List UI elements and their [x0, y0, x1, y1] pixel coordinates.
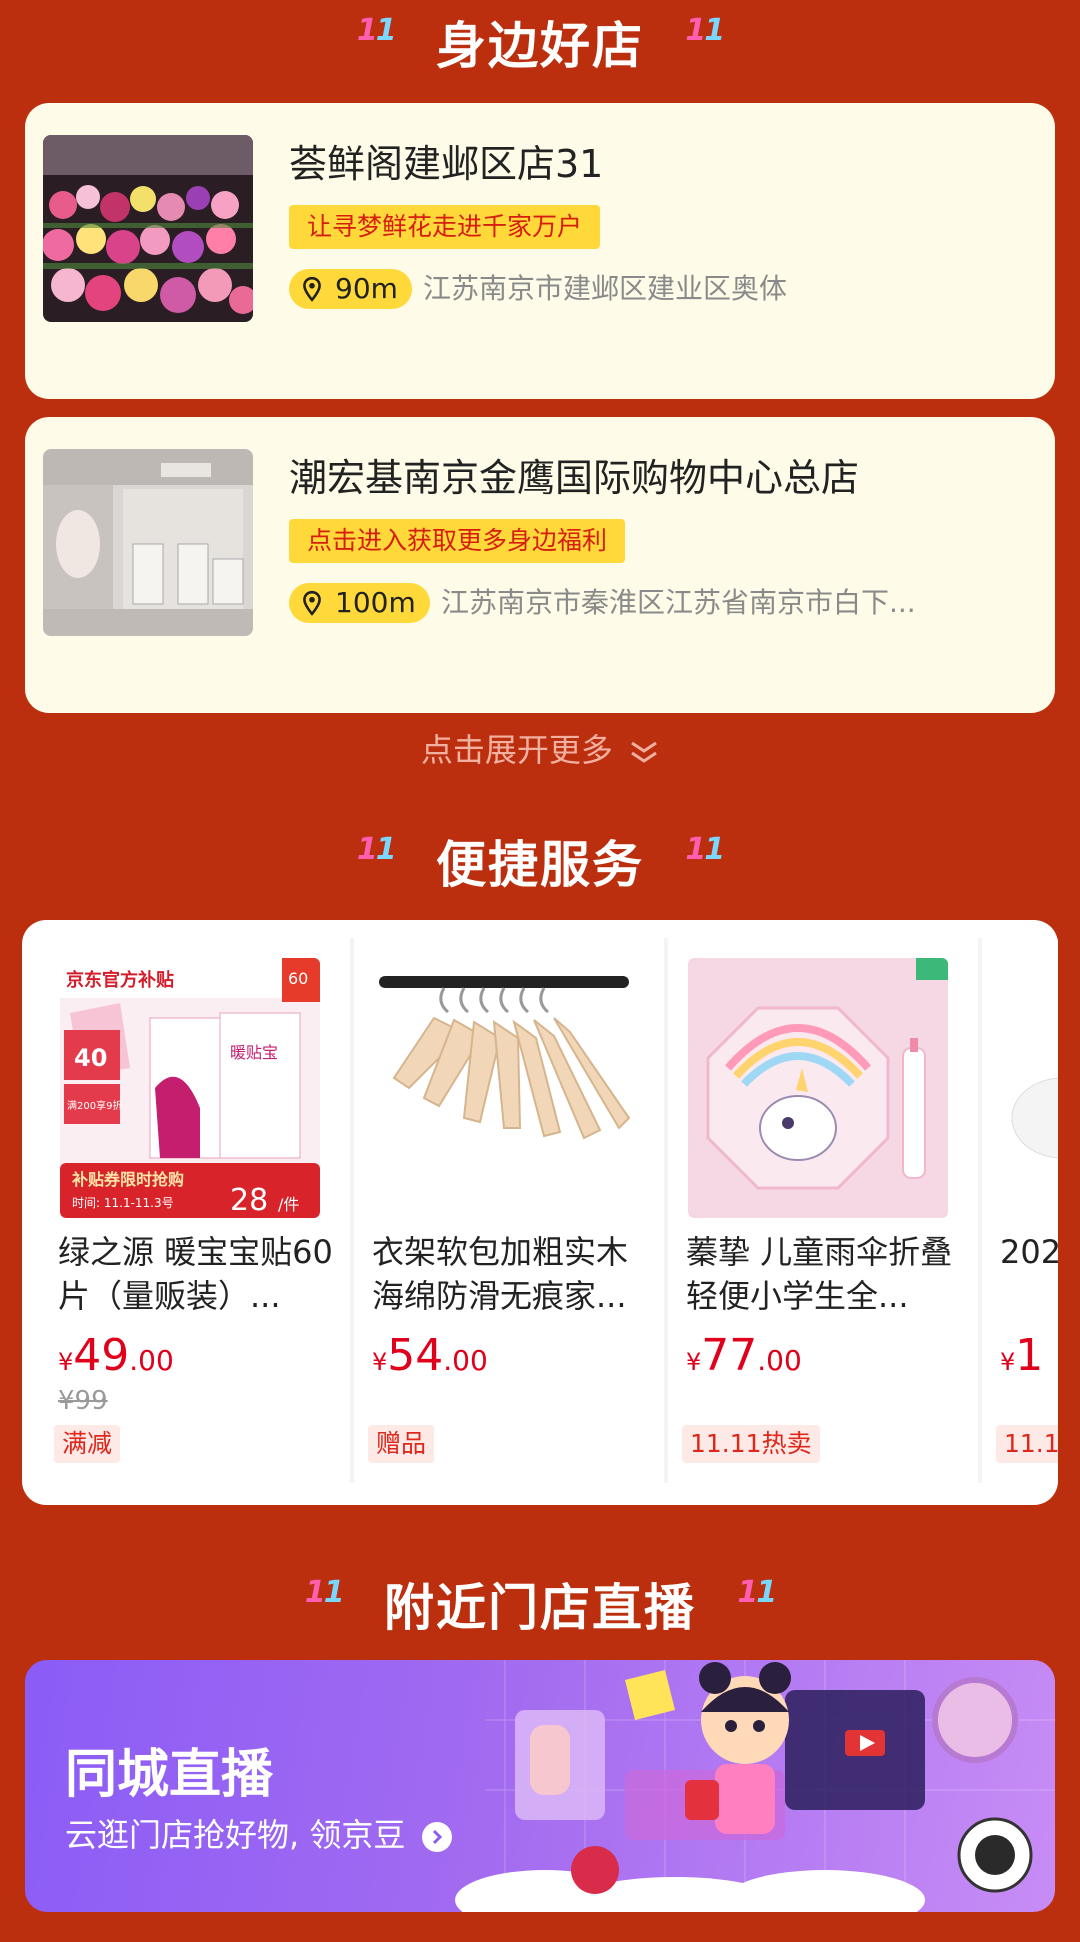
- price-integer: 54: [387, 1330, 444, 1381]
- location-pin-icon: [303, 590, 321, 616]
- product-promo-tag: 11.1: [996, 1425, 1058, 1463]
- image-text-unit: /件: [278, 1195, 299, 1214]
- store-address: 江苏南京市建邺区建业区奥体: [423, 272, 788, 305]
- location-pin-icon: [303, 276, 321, 302]
- price-decimal: .00: [757, 1344, 802, 1377]
- quick-services-panel: 京东官方补贴 60 暖贴宝 40 满200享9折 补贴券限时抢购 时间: 11.…: [22, 920, 1058, 1505]
- product-image-heat-patch: 京东官方补贴 60 暖贴宝 40 满200享9折 补贴券限时抢购 时间: 11.…: [60, 958, 320, 1218]
- store-name[interactable]: 潮宏基南京金鹰国际购物中心总店: [289, 447, 859, 502]
- double-eleven-badge: 11: [356, 831, 397, 867]
- double-chevron-down-icon: [631, 741, 657, 763]
- image-text-official-subsidy: 京东官方补贴: [66, 969, 174, 991]
- image-text-count: 60: [288, 969, 308, 988]
- store-distance-value: 90m: [335, 272, 398, 305]
- image-text-date: 时间: 11.1-11.3号: [72, 1196, 174, 1210]
- store-name[interactable]: 荟鲜阁建邺区店31: [289, 133, 603, 188]
- price-integer: 77: [701, 1330, 758, 1381]
- price-integer: 1: [1015, 1330, 1044, 1381]
- price-currency: ¥: [686, 1348, 702, 1376]
- store-address: 江苏南京市秦淮区江苏省南京市白下...: [441, 586, 916, 619]
- double-eleven-badge: 11: [685, 831, 725, 867]
- section-title-text: 便捷服务: [436, 836, 644, 894]
- store-promo-tag: 点击进入获取更多身边福利: [289, 519, 626, 563]
- image-text-price: 28: [230, 1183, 268, 1218]
- store-card[interactable]: 荟鲜阁建邺区店31 让寻梦鲜花走进千家万户 90m 江苏南京市建邺区建业区奥体: [25, 103, 1055, 399]
- store-image-flowers: [43, 135, 253, 322]
- product-original-price: ¥99: [58, 1386, 108, 1416]
- double-eleven-badge: 11: [685, 12, 725, 48]
- store-distance-value: 100m: [335, 586, 416, 619]
- store-distance: 100m: [289, 583, 430, 623]
- live-banner-subtitle: 云逛门店抢好物, 领京豆: [65, 1810, 452, 1856]
- product-name[interactable]: 绿之源 暖宝宝贴60片（量贩装）...: [58, 1230, 342, 1318]
- product-promo-tag: 11.11热卖: [682, 1425, 820, 1463]
- double-eleven-badge: 11: [737, 1574, 777, 1610]
- section-title-nearby-stores: 11 身边好店 11: [0, 6, 1080, 78]
- price-decimal: .00: [443, 1344, 488, 1377]
- product-price: ¥54.00: [372, 1330, 488, 1381]
- product-price: ¥49.00: [58, 1330, 174, 1381]
- expand-more-button[interactable]: 点击展开更多: [0, 725, 1080, 771]
- city-live-banner[interactable]: 同城直播 云逛门店抢好物, 领京豆: [25, 1660, 1055, 1912]
- product-card[interactable]: 衣架软包加粗实木海绵防滑无痕家... ¥54.00 赠品: [354, 938, 664, 1483]
- store-distance: 90m: [289, 269, 412, 309]
- section-title-nearby-live: 11 附近门店直播 11: [0, 1568, 1080, 1640]
- store-card[interactable]: 潮宏基南京金鹰国际购物中心总店 点击进入获取更多身边福利 100m 江苏南京市秦…: [25, 417, 1055, 713]
- product-name[interactable]: 衣架软包加粗实木海绵防滑无痕家...: [372, 1230, 656, 1318]
- price-integer: 49: [73, 1330, 130, 1381]
- product-carousel[interactable]: 京东官方补贴 60 暖贴宝 40 满200享9折 补贴券限时抢购 时间: 11.…: [40, 938, 1058, 1483]
- image-text-promo: 满200享9折: [67, 1099, 122, 1112]
- image-text-subsidy-coupon: 补贴券限时抢购: [71, 1170, 184, 1189]
- price-decimal: .00: [129, 1344, 174, 1377]
- product-image-partial: [1002, 958, 1058, 1218]
- price-currency: ¥: [1000, 1348, 1016, 1376]
- product-card[interactable]: 蓁挚 儿童雨伞折叠轻便小学生全... ¥77.00 11.11热卖: [668, 938, 978, 1483]
- price-currency: ¥: [58, 1348, 74, 1376]
- section-title-text: 附近门店直播: [384, 1579, 696, 1637]
- product-card[interactable]: 京东官方补贴 60 暖贴宝 40 满200享9折 补贴券限时抢购 时间: 11.…: [40, 938, 350, 1483]
- product-price: ¥1: [1000, 1330, 1043, 1381]
- double-eleven-badge: 11: [304, 1574, 345, 1610]
- live-banner-title: 同城直播: [65, 1745, 274, 1805]
- live-banner-subtitle-text: 云逛门店抢好物, 领京豆: [65, 1816, 406, 1854]
- product-promo-tag: 赠品: [368, 1425, 435, 1463]
- double-eleven-badge: 11: [356, 12, 397, 48]
- product-image-hangers: [374, 958, 634, 1218]
- product-promo-tag: 满减: [54, 1425, 121, 1463]
- arrow-right-icon[interactable]: [421, 1822, 452, 1852]
- product-card[interactable]: 202 机小 ¥1 11.1: [982, 938, 1058, 1483]
- image-text-coupon: 40: [74, 1044, 107, 1072]
- product-image-umbrella: [688, 958, 948, 1218]
- section-title-text: 身边好店: [436, 17, 644, 75]
- product-name[interactable]: 202 机小: [1000, 1230, 1058, 1318]
- price-currency: ¥: [372, 1348, 388, 1376]
- image-text-product: 暖贴宝: [230, 1043, 278, 1062]
- product-name[interactable]: 蓁挚 儿童雨伞折叠轻便小学生全...: [686, 1230, 970, 1318]
- store-promo-tag: 让寻梦鲜花走进千家万户: [289, 205, 601, 249]
- expand-more-label: 点击展开更多: [420, 731, 613, 769]
- store-image-jewelry-shop: [43, 449, 253, 636]
- product-price: ¥77.00: [686, 1330, 802, 1381]
- section-title-quick-services: 11 便捷服务 11: [0, 825, 1080, 897]
